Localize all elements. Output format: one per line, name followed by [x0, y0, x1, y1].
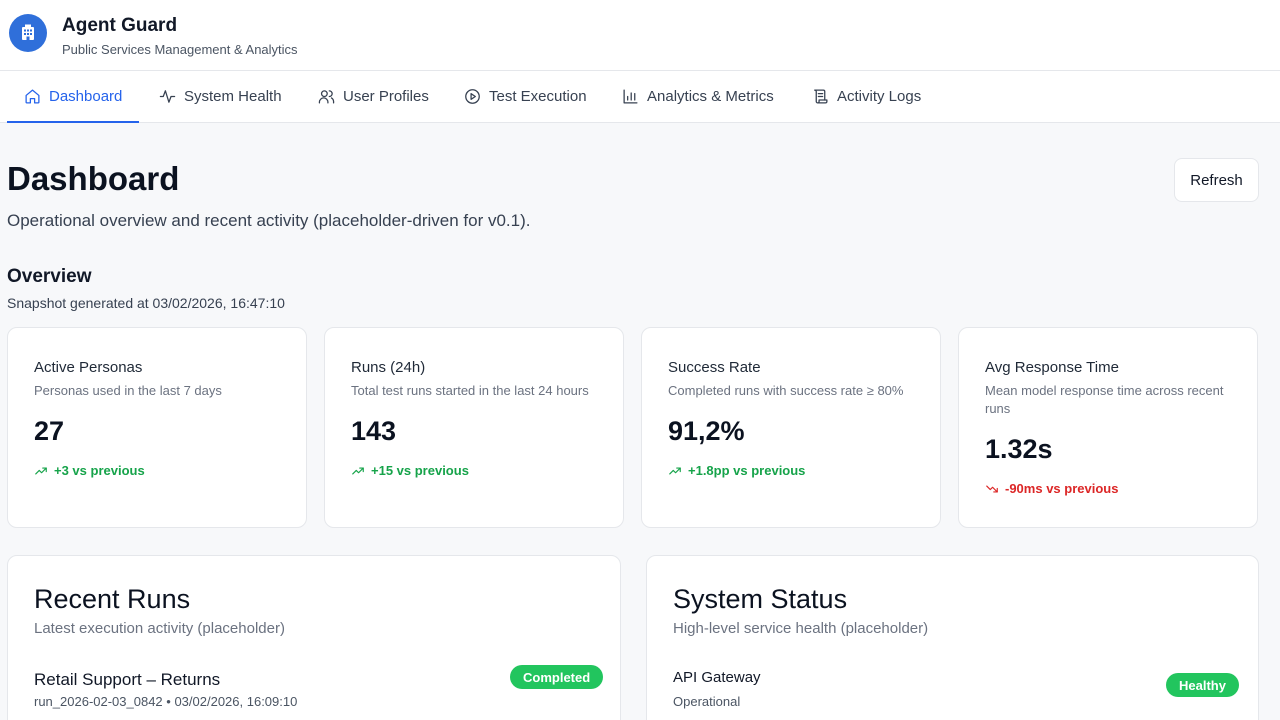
tab-label: Analytics & Metrics — [647, 88, 774, 105]
activity-icon — [159, 90, 176, 103]
metric-value: 27 — [34, 416, 65, 446]
service-meta: Operational — [673, 694, 741, 709]
tab-label: Activity Logs — [837, 88, 922, 105]
metric-title: Avg Response Time — [985, 359, 1119, 376]
metric-delta-text: +3 vs previous — [54, 463, 145, 478]
metric-delta-text: -90ms vs previous — [1005, 481, 1119, 496]
system-status-panel: System Status High-level service health … — [646, 555, 1259, 720]
app-subtitle: Public Services Management & Analytics — [62, 42, 298, 57]
run-name: Retail Support – Returns — [34, 670, 221, 689]
metric-value: 1.32s — [985, 434, 1053, 464]
snapshot-timestamp: Snapshot generated at 03/02/2026, 16:47:… — [7, 295, 285, 311]
metric-title: Active Personas — [34, 359, 143, 376]
page-description: Operational overview and recent activity… — [7, 211, 531, 230]
users-icon — [318, 90, 335, 104]
tab-label: System Health — [184, 88, 282, 105]
tab-label: Test Execution — [489, 88, 587, 105]
overview-title: Overview — [7, 266, 92, 287]
metric-title: Success Rate — [668, 359, 761, 376]
tab-label: User Profiles — [343, 88, 429, 105]
metric-delta: -90ms vs previous — [985, 481, 1118, 496]
building-icon[interactable] — [9, 14, 47, 52]
home-icon — [25, 89, 40, 104]
panel-subtitle: High-level service health (placeholder) — [673, 620, 929, 637]
run-meta: run_2026-02-03_0842 • 03/02/2026, 16:09:… — [34, 694, 298, 709]
metric-value: 91,2% — [668, 416, 745, 446]
trending-up-icon — [669, 467, 681, 474]
panel-title: System Status — [673, 584, 848, 614]
metric-card-active-personas: Active Personas Personas used in the las… — [7, 327, 307, 528]
metric-delta-text: +1.8pp vs previous — [688, 463, 806, 478]
bar-chart-icon — [623, 89, 638, 104]
panel-title: Recent Runs — [34, 584, 191, 614]
trending-down-icon — [986, 485, 998, 492]
tab-test-execution[interactable]: Test Execution — [464, 71, 587, 122]
service-name: API Gateway — [673, 669, 761, 686]
tab-dashboard[interactable]: Dashboard — [6, 71, 140, 123]
tab-analytics-metrics[interactable]: Analytics & Metrics — [622, 71, 774, 122]
status-badge: Completed — [510, 665, 604, 689]
play-circle-icon — [465, 89, 480, 104]
recent-runs-panel: Recent Runs Latest execution activity (p… — [7, 555, 621, 720]
metric-card-runs-24h: Runs (24h) Total test runs started in th… — [324, 327, 624, 528]
metric-delta-text: +15 vs previous — [371, 463, 469, 478]
metric-description: Completed runs with success rate ≥ 80% — [668, 383, 904, 398]
metric-card-success-rate: Success Rate Completed runs with success… — [641, 327, 941, 528]
metric-description: Total test runs started in the last 24 h… — [351, 383, 589, 398]
metric-value: 143 — [351, 416, 397, 446]
trending-up-icon — [35, 467, 47, 474]
trending-up-icon — [352, 467, 364, 474]
metric-description: Mean model response time across recent r… — [985, 383, 1224, 416]
tab-user-profiles[interactable]: User Profiles — [318, 71, 429, 122]
metric-delta: +1.8pp vs previous — [668, 463, 805, 478]
metric-description: Personas used in the last 7 days — [34, 383, 222, 398]
refresh-button[interactable]: Refresh — [1174, 158, 1259, 202]
panel-subtitle: Latest execution activity (placeholder) — [34, 620, 285, 637]
scroll-icon — [814, 89, 828, 104]
tab-system-health[interactable]: System Health — [159, 71, 282, 122]
metric-card-avg-response-time: Avg Response Time Mean model response ti… — [958, 327, 1258, 528]
status-badge: Healthy — [1166, 673, 1239, 697]
tab-label: Dashboard — [49, 88, 123, 105]
metric-delta: +3 vs previous — [34, 463, 145, 478]
app-title: Agent Guard — [62, 15, 178, 36]
metric-title: Runs (24h) — [351, 359, 426, 376]
tab-activity-logs[interactable]: Activity Logs — [812, 71, 921, 122]
metric-delta: +15 vs previous — [351, 463, 469, 478]
main-nav: Dashboard System Health User Profiles Te… — [0, 71, 1280, 123]
app-header: Agent Guard Public Services Management &… — [0, 0, 1280, 71]
page-title: Dashboard — [7, 160, 180, 197]
